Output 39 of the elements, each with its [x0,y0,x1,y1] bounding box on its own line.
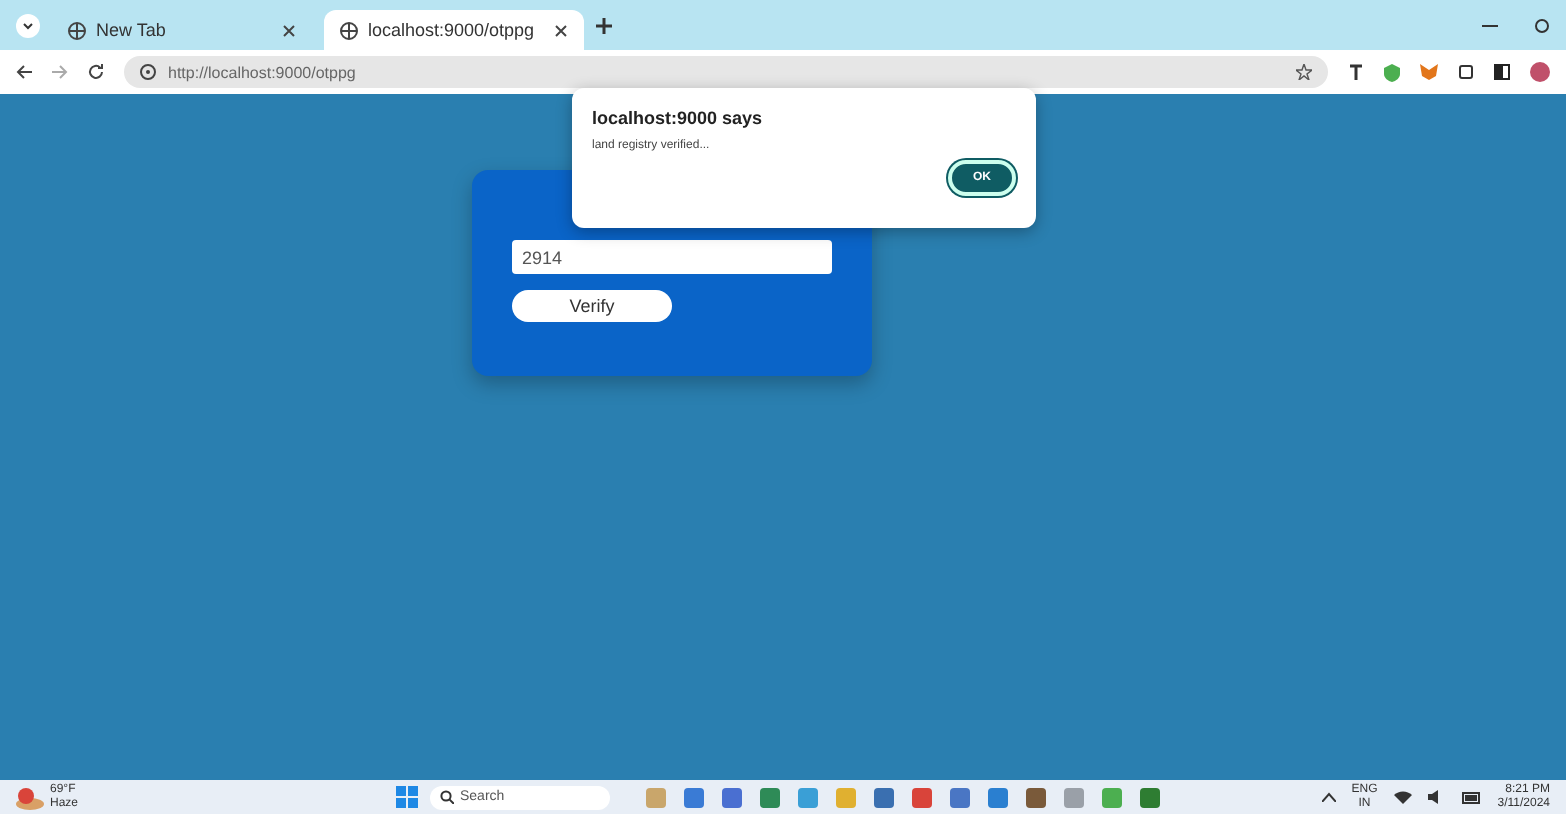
battery-icon[interactable] [1461,791,1482,803]
search-icon [440,790,454,804]
avatar-icon[interactable] [1530,62,1550,82]
app-icon[interactable] [874,787,894,807]
app-icon[interactable] [1026,787,1046,807]
wifi-icon[interactable] [1393,790,1412,804]
address-bar[interactable]: http://localhost:9000/otppg [124,56,1328,88]
globe-icon [68,21,86,39]
info-icon [140,64,156,80]
app-icon[interactable] [722,787,742,807]
back-icon[interactable] [16,64,32,80]
dialog-title: localhost:9000 says [592,108,765,128]
weather-icon [16,785,44,809]
app-icon[interactable] [760,787,780,807]
chevron-up-icon[interactable] [1321,792,1336,802]
fox-icon[interactable] [1420,64,1438,80]
browser-tab[interactable]: localhost:9000/otppg [324,10,584,50]
sidebar-icon[interactable] [1494,64,1510,80]
app-icon[interactable] [950,787,970,807]
browser-tab[interactable]: New Tab [52,10,312,50]
star-icon[interactable] [1296,64,1312,80]
plus-icon[interactable] [596,17,612,33]
globe-icon [340,21,358,39]
app-icon[interactable] [1140,787,1160,807]
app-icon[interactable] [912,787,932,807]
verify-button[interactable]: Verify [512,290,672,322]
windows-start-icon[interactable] [396,786,418,808]
shield-icon[interactable] [1384,63,1400,81]
tab-menu-icon[interactable] [16,13,40,37]
forward-icon[interactable] [52,64,68,80]
restore-icon[interactable] [1534,17,1550,33]
close-icon[interactable] [282,23,296,37]
close-icon[interactable] [554,23,568,37]
app-icon[interactable] [684,787,704,807]
reload-icon[interactable] [88,64,104,80]
app-icon[interactable] [988,787,1008,807]
otp-field[interactable]: 2914 [512,240,832,274]
app-icon[interactable] [798,787,818,807]
app-icon[interactable] [1102,787,1122,807]
